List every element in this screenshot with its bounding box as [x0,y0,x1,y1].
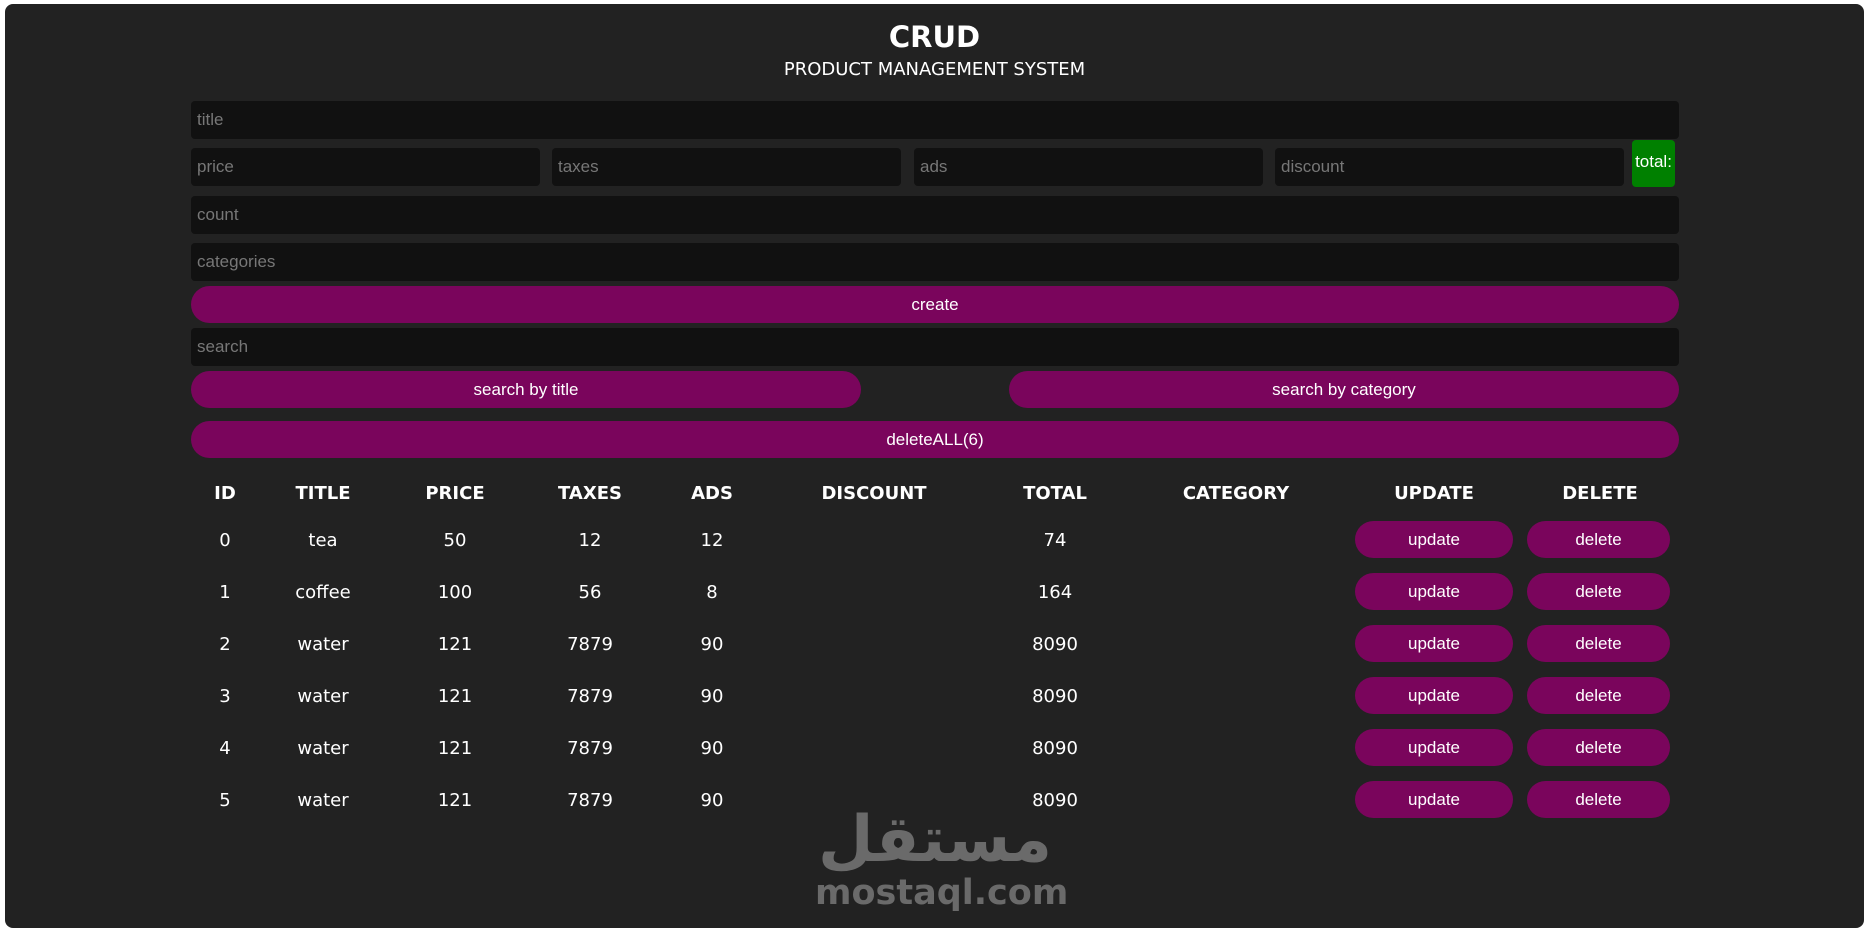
cell-taxes: 12 [578,530,602,551]
cell-ads: 12 [700,530,724,551]
update-button[interactable]: update [1355,729,1513,766]
update-button[interactable]: update [1355,625,1513,662]
cell-taxes: 7879 [567,634,613,655]
taxes-input[interactable] [552,148,901,186]
delete-button[interactable]: delete [1527,781,1670,818]
cell-total: 8090 [1032,738,1078,759]
cell-ads: 90 [700,738,724,759]
header-price: PRICE [425,483,485,504]
cell-price: 50 [443,530,467,551]
cell-ads: 90 [700,634,724,655]
delete-button[interactable]: delete [1527,573,1670,610]
cell-total: 8090 [1032,686,1078,707]
header-taxes: TAXES [558,483,622,504]
cell-total: 164 [1037,582,1073,603]
cell-taxes: 7879 [567,738,613,759]
header-ads: ADS [691,483,733,504]
header-delete: DELETE [1562,483,1638,504]
delete-button[interactable]: delete [1527,677,1670,714]
category-input[interactable] [191,243,1679,281]
cell-title: water [297,738,349,759]
update-button[interactable]: update [1355,677,1513,714]
header-category: CATEGORY [1182,483,1290,504]
cell-total: 74 [1043,530,1067,551]
cell-id: 3 [219,686,231,707]
cell-taxes: 7879 [567,790,613,811]
delete-button[interactable]: delete [1527,521,1670,558]
total-display: total: [1632,140,1675,187]
watermark-arabic: مستقل [817,803,1053,877]
cell-title: water [297,634,349,655]
watermark-latin: mostaql.com [815,873,1069,913]
cell-taxes: 56 [578,582,602,603]
discount-input[interactable] [1275,148,1624,186]
cell-id: 0 [219,530,231,551]
price-input[interactable] [191,148,540,186]
cell-title: water [297,790,349,811]
page-title: CRUD [888,20,981,54]
cell-price: 121 [437,634,473,655]
cell-price: 121 [437,738,473,759]
update-button[interactable]: update [1355,573,1513,610]
cell-ads: 90 [700,686,724,707]
create-button[interactable]: create [191,286,1679,323]
cell-ads: 90 [700,790,724,811]
header-discount: DISCOUNT [821,483,927,504]
cell-id: 5 [219,790,231,811]
header-update: UPDATE [1394,483,1474,504]
search-by-category-button[interactable]: search by category [1009,371,1679,408]
cell-id: 1 [219,582,231,603]
header-total: TOTAL [1023,483,1087,504]
cell-price: 121 [437,790,473,811]
ads-input[interactable] [914,148,1263,186]
cell-price: 100 [437,582,473,603]
title-input[interactable] [191,101,1679,139]
update-button[interactable]: update [1355,781,1513,818]
update-button[interactable]: update [1355,521,1513,558]
search-input[interactable] [191,328,1679,366]
cell-id: 2 [219,634,231,655]
cell-title: water [297,686,349,707]
cell-total: 8090 [1032,634,1078,655]
cell-title: tea [308,530,338,551]
delete-all-button[interactable]: deleteALL(6) [191,421,1679,458]
delete-button[interactable]: delete [1527,625,1670,662]
page-subtitle: PRODUCT MANAGEMENT SYSTEM [783,59,1086,80]
cell-title: coffee [295,582,351,603]
count-input[interactable] [191,196,1679,234]
cell-taxes: 7879 [567,686,613,707]
cell-price: 121 [437,686,473,707]
delete-button[interactable]: delete [1527,729,1670,766]
header-id: ID [214,483,236,504]
header-title: TITLE [295,483,351,504]
search-by-title-button[interactable]: search by title [191,371,861,408]
mostaql-watermark: مستقل mostaql.com [815,803,1069,915]
cell-id: 4 [219,738,231,759]
cell-ads: 8 [706,582,718,603]
